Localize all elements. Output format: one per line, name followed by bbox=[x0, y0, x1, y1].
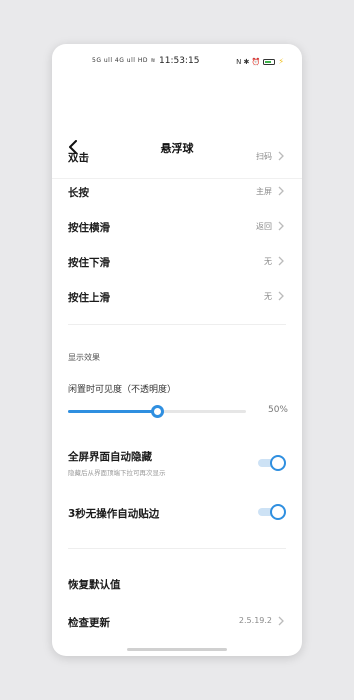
status-right-icons: N ✱ ⏰ ⚡ bbox=[236, 57, 284, 66]
toggle-knob bbox=[270, 455, 286, 471]
chevron-right-icon bbox=[278, 256, 284, 266]
check-update-label: 检查更新 bbox=[68, 617, 110, 629]
toggle-sublabel: 隐藏后从界面顶端下拉可再次显示 bbox=[68, 469, 166, 477]
section-divider bbox=[68, 548, 286, 549]
opacity-slider-fill bbox=[68, 410, 157, 413]
gesture-row-long-press[interactable]: 长按 主屏 bbox=[52, 177, 302, 205]
toggle-knob bbox=[270, 504, 286, 520]
toggle-label: 全屏界面自动隐藏 bbox=[68, 451, 152, 463]
version-value: 2.5.19.2 bbox=[238, 616, 272, 625]
gesture-value: 返回 bbox=[256, 222, 272, 231]
phone-screen: 5G ull 4G ull HD ≋ 11:53:15 N ✱ ⏰ ⚡ 悬浮球 … bbox=[52, 44, 302, 656]
signal-icons: 5G ull 4G ull HD ≋ bbox=[92, 57, 156, 64]
fullscreen-hide-toggle[interactable] bbox=[258, 455, 286, 471]
opacity-slider-label: 闲置时可见度（不透明度） bbox=[68, 385, 177, 395]
home-indicator bbox=[127, 648, 227, 651]
chevron-right-icon bbox=[278, 186, 284, 196]
status-time: 11:53:15 bbox=[159, 56, 200, 66]
chevron-right-icon bbox=[278, 616, 284, 626]
auto-edge-toggle[interactable] bbox=[258, 504, 286, 520]
opacity-value: 50% bbox=[267, 405, 288, 415]
section-divider bbox=[68, 324, 286, 325]
toggle-row-auto-edge: 3秒无操作自动贴边 bbox=[52, 504, 302, 528]
chevron-right-icon bbox=[278, 291, 284, 301]
gesture-row-hold-swipe-horizontal[interactable]: 按住横滑 返回 bbox=[52, 212, 302, 240]
gesture-label: 按住下滑 bbox=[68, 257, 110, 269]
gesture-value: 无 bbox=[264, 292, 272, 301]
status-bar: 5G ull 4G ull HD ≋ 11:53:15 N ✱ ⏰ ⚡ bbox=[52, 44, 302, 72]
reset-defaults-label: 恢复默认值 bbox=[68, 579, 121, 591]
chevron-right-icon bbox=[278, 221, 284, 231]
gesture-value: 无 bbox=[264, 257, 272, 266]
gesture-row-hold-swipe-down[interactable]: 按住下滑 无 bbox=[52, 247, 302, 275]
gesture-value: 主屏 bbox=[256, 187, 272, 196]
check-update-row[interactable]: 检查更新 2.5.19.2 bbox=[52, 607, 302, 635]
section-title-display: 显示效果 bbox=[68, 353, 100, 362]
gesture-value: 扫码 bbox=[256, 152, 272, 161]
opacity-slider[interactable] bbox=[68, 405, 246, 418]
gesture-label: 长按 bbox=[68, 187, 89, 199]
gesture-row-hold-swipe-up[interactable]: 按住上滑 无 bbox=[52, 282, 302, 310]
charging-icon: ⚡ bbox=[278, 57, 284, 66]
toggle-label: 3秒无操作自动贴边 bbox=[68, 508, 160, 520]
gesture-label: 按住上滑 bbox=[68, 292, 110, 304]
battery-icon bbox=[263, 58, 276, 65]
gesture-label: 按住横滑 bbox=[68, 222, 110, 234]
opacity-slider-thumb[interactable] bbox=[151, 405, 164, 418]
gesture-row-double-tap[interactable]: 双击 扫码 bbox=[52, 142, 302, 170]
status-system-icons: N ✱ ⏰ bbox=[236, 57, 261, 66]
chevron-right-icon bbox=[278, 151, 284, 161]
reset-defaults-row[interactable]: 恢复默认值 bbox=[52, 569, 302, 597]
gesture-label: 双击 bbox=[68, 152, 89, 164]
toggle-row-fullscreen-hide: 全屏界面自动隐藏 隐藏后从界面顶端下拉可再次显示 bbox=[52, 449, 302, 485]
